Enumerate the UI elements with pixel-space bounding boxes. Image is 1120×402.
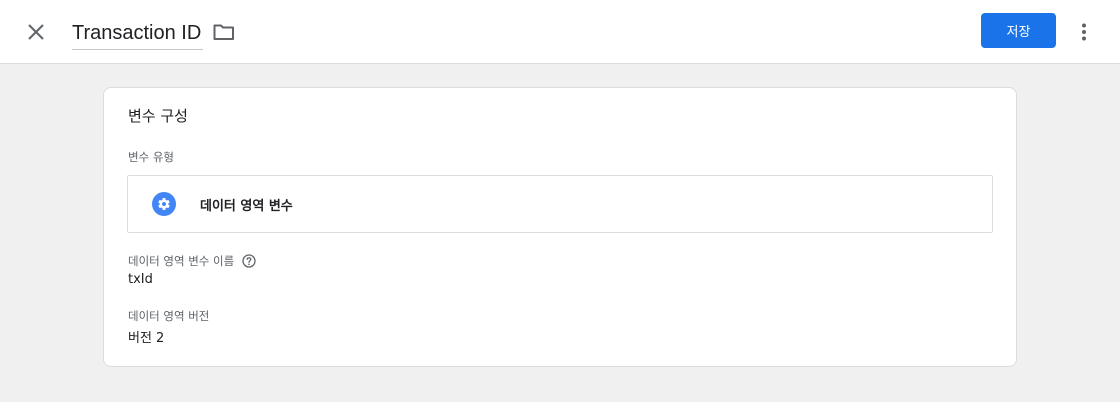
folder-icon [213,24,234,40]
gear-icon [152,192,176,216]
datalayer-version-value: 버전 2 [128,331,165,346]
datalayer-name-value: txId [128,272,153,287]
close-button[interactable] [20,16,52,48]
datalayer-version-label: 데이터 영역 버전 [128,309,210,323]
variable-config-card: 변수 구성 변수 유형 데이터 영역 변수 데이터 영역 변수 이름 txId … [103,87,1017,367]
variable-type-selector[interactable]: 데이터 영역 변수 [127,175,993,233]
title-field[interactable]: Transaction ID [72,18,204,50]
page-title: Transaction ID [72,22,202,44]
more-options-button[interactable] [1070,18,1098,46]
help-icon[interactable] [242,254,256,268]
card-title: 변수 구성 [128,107,188,125]
variable-type-label: 변수 유형 [128,150,174,164]
datalayer-name-label: 데이터 영역 변수 이름 [128,254,235,268]
save-button[interactable]: 저장 [981,13,1056,48]
name-label-row: 데이터 영역 변수 이름 [128,253,256,269]
close-icon [28,24,44,40]
variable-type-value: 데이터 영역 변수 [200,199,293,214]
folder-button[interactable] [210,18,238,46]
top-bar: Transaction ID 저장 [0,0,1120,64]
more-vert-icon [1082,23,1086,41]
